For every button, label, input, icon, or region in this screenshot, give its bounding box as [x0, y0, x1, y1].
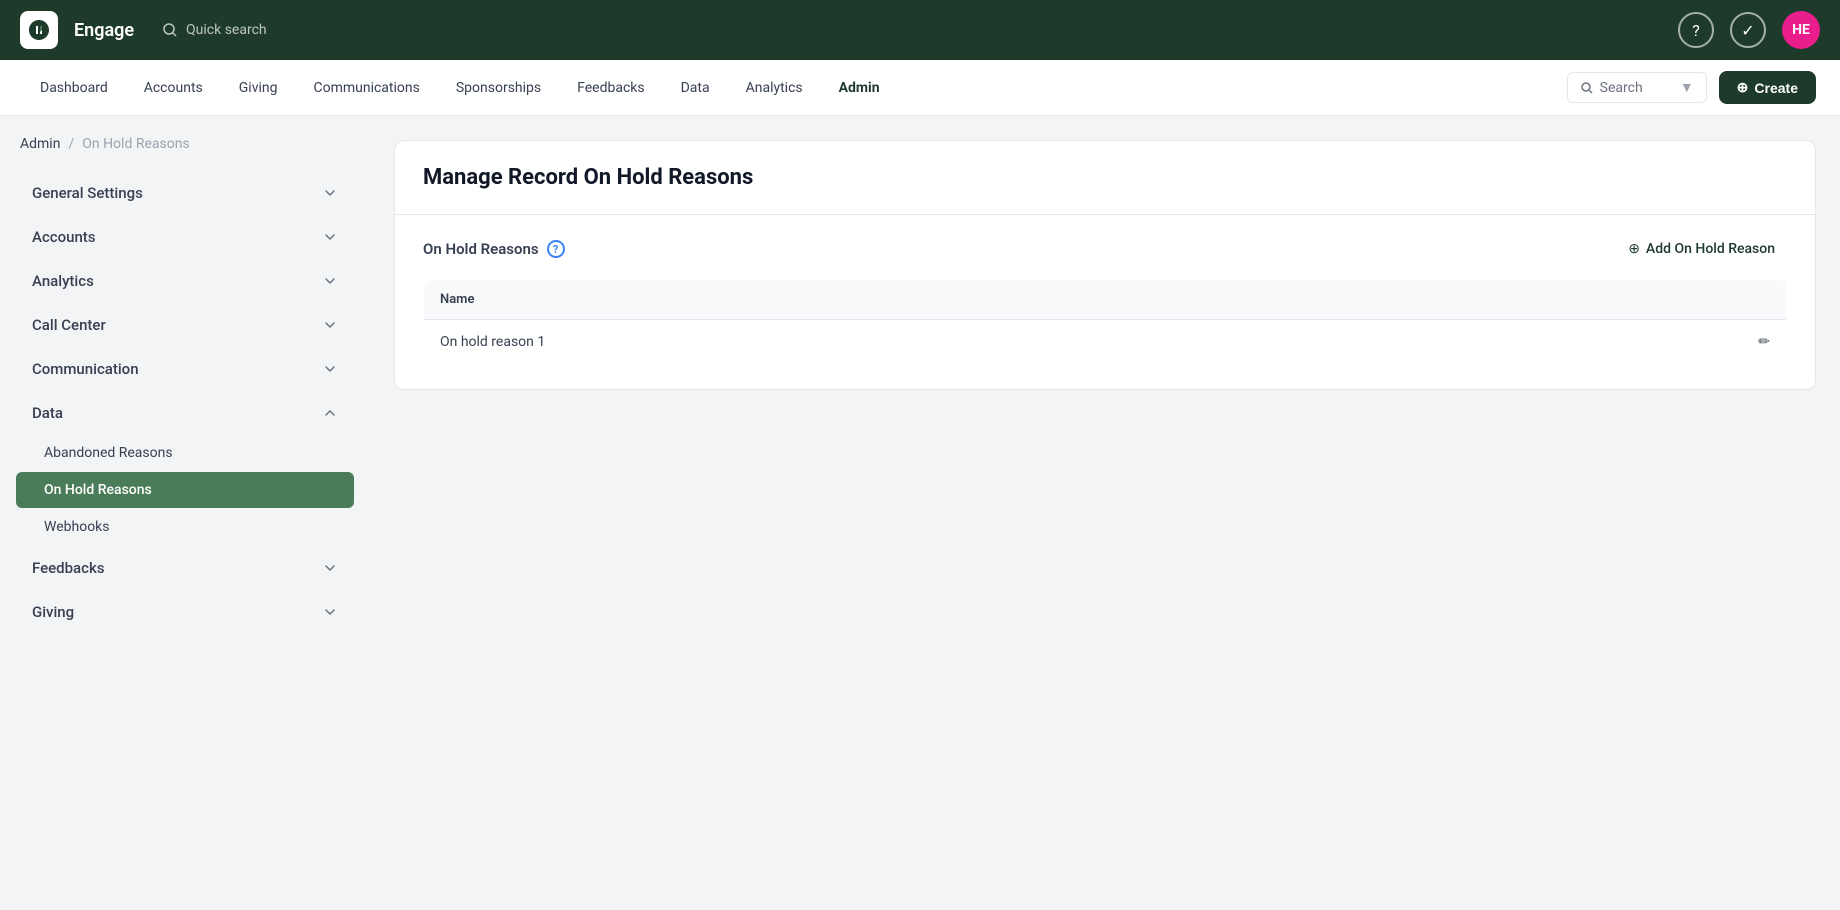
tasks-button[interactable]: ✓ — [1730, 12, 1766, 48]
navbar-right: Search ▼ ⊕ Create — [1567, 71, 1816, 104]
navbar: Dashboard Accounts Giving Communications… — [0, 60, 1840, 116]
chevron-down-icon — [322, 604, 338, 620]
sidebar-section-header-general-settings[interactable]: General Settings — [16, 172, 354, 214]
table-col-name: Name — [424, 280, 1727, 320]
nav-item-dashboard[interactable]: Dashboard — [24, 74, 124, 102]
nav-item-analytics[interactable]: Analytics — [730, 74, 819, 102]
nav-search-icon — [1580, 81, 1594, 95]
page-container: Admin / On Hold Reasons General Settings… — [0, 116, 1840, 910]
nav-item-sponsorships[interactable]: Sponsorships — [440, 74, 557, 102]
content-card: Manage Record On Hold Reasons On Hold Re… — [394, 140, 1816, 390]
content-card-header: Manage Record On Hold Reasons — [395, 141, 1815, 215]
nav-item-communications[interactable]: Communications — [297, 74, 435, 102]
chevron-down-icon — [322, 185, 338, 201]
sidebar-section-header-call-center[interactable]: Call Center — [16, 304, 354, 346]
chevron-down-icon — [322, 560, 338, 576]
nav-search-label: Search — [1600, 80, 1643, 96]
table-row: On hold reason 1 ✏ — [424, 320, 1787, 365]
user-avatar[interactable]: HE — [1782, 11, 1820, 49]
help-icon[interactable]: ? — [547, 240, 565, 258]
global-search[interactable]: Quick search — [162, 22, 267, 38]
on-hold-reasons-table: Name On hold reason 1 ✏ — [423, 279, 1787, 365]
chevron-down-icon — [322, 317, 338, 333]
app-name: Engage — [74, 20, 134, 41]
app-logo[interactable] — [20, 11, 58, 49]
add-button-label: Add On Hold Reason — [1646, 241, 1775, 257]
help-button[interactable]: ? — [1678, 12, 1714, 48]
nav-search[interactable]: Search ▼ — [1567, 72, 1707, 103]
nav-item-feedbacks[interactable]: Feedbacks — [561, 74, 660, 102]
sidebar-section-feedbacks: Feedbacks — [16, 547, 354, 589]
section-title-label: On Hold Reasons — [423, 240, 539, 258]
table-container: Name On hold reason 1 ✏ — [395, 279, 1815, 389]
breadcrumb-separator: / — [68, 136, 74, 152]
search-icon — [162, 22, 178, 38]
sidebar-section-accounts: Accounts — [16, 216, 354, 258]
nav-item-data[interactable]: Data — [665, 74, 726, 102]
breadcrumb: Admin / On Hold Reasons — [16, 136, 354, 152]
create-button[interactable]: ⊕ Create — [1719, 71, 1816, 104]
topbar-right: ? ✓ HE — [1678, 11, 1820, 49]
global-search-label: Quick search — [186, 22, 267, 38]
nav-item-accounts[interactable]: Accounts — [128, 74, 219, 102]
chevron-down-icon — [322, 273, 338, 289]
add-on-hold-reason-button[interactable]: ⊕ Add On Hold Reason — [1616, 235, 1787, 263]
sidebar-section-header-analytics[interactable]: Analytics — [16, 260, 354, 302]
chevron-down-icon — [322, 229, 338, 245]
sidebar-item-on-hold-reasons[interactable]: On Hold Reasons — [16, 472, 354, 508]
sidebar-section-header-feedbacks[interactable]: Feedbacks — [16, 547, 354, 589]
page-title: Manage Record On Hold Reasons — [423, 165, 1787, 190]
sidebar-section-header-giving[interactable]: Giving — [16, 591, 354, 633]
edit-icon[interactable]: ✏ — [1727, 320, 1787, 365]
section-title-group: On Hold Reasons ? — [423, 240, 565, 258]
sidebar-item-webhooks[interactable]: Webhooks — [16, 509, 354, 545]
topbar: Engage Quick search ? ✓ HE — [0, 0, 1840, 60]
breadcrumb-current: On Hold Reasons — [82, 136, 189, 152]
breadcrumb-parent[interactable]: Admin — [20, 136, 60, 152]
sidebar-section-call-center: Call Center — [16, 304, 354, 346]
main-content: Manage Record On Hold Reasons On Hold Re… — [370, 116, 1840, 910]
sidebar-section-general-settings: General Settings — [16, 172, 354, 214]
section-header: On Hold Reasons ? ⊕ Add On Hold Reason — [395, 215, 1815, 279]
sidebar-section-analytics: Analytics — [16, 260, 354, 302]
sidebar-section-data: Data Abandoned Reasons On Hold Reasons W… — [16, 392, 354, 545]
nav-item-admin[interactable]: Admin — [823, 74, 896, 102]
sidebar-section-header-communication[interactable]: Communication — [16, 348, 354, 390]
sidebar: Admin / On Hold Reasons General Settings… — [0, 116, 370, 910]
sidebar-section-header-data[interactable]: Data — [16, 392, 354, 434]
sidebar-section-communication: Communication — [16, 348, 354, 390]
table-col-actions — [1727, 280, 1787, 320]
nav-item-giving[interactable]: Giving — [223, 74, 294, 102]
chevron-up-icon — [322, 405, 338, 421]
chevron-down-icon — [322, 361, 338, 377]
sidebar-section-header-accounts[interactable]: Accounts — [16, 216, 354, 258]
sidebar-section-giving: Giving — [16, 591, 354, 633]
table-cell-name: On hold reason 1 — [424, 320, 1727, 365]
sidebar-item-abandoned-reasons[interactable]: Abandoned Reasons — [16, 435, 354, 471]
